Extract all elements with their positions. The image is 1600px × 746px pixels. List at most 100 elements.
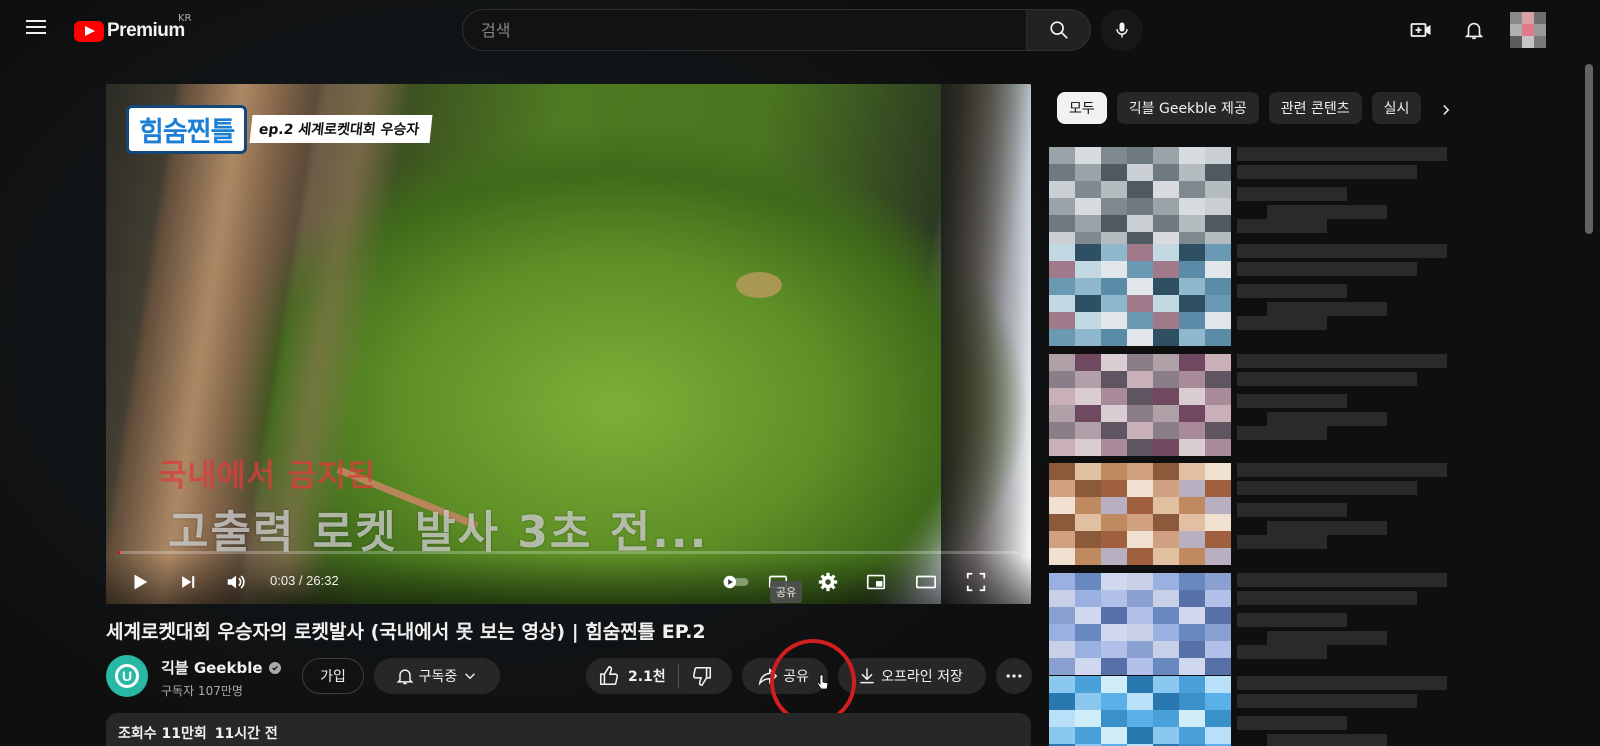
recommended-meta-blurred (1237, 676, 1451, 746)
youtube-logo[interactable]: Premium (74, 18, 185, 44)
channel-name-row[interactable]: 긱블 Geekble (161, 657, 281, 678)
search-box (462, 9, 1027, 51)
search-input[interactable] (463, 10, 1026, 50)
recommended-meta-blurred (1237, 147, 1451, 247)
more-actions-button[interactable] (996, 658, 1032, 694)
more-horizontal-icon (1006, 674, 1022, 678)
recommended-thumbnail (1049, 244, 1231, 346)
filter-chips: 모두 긱블 Geekble 제공 관련 콘텐츠 실시 (1057, 92, 1457, 126)
bell-icon (396, 669, 414, 685)
subscribed-label: 구독중 (418, 669, 458, 685)
offline-save-label: 오프라인 저장 (881, 669, 963, 685)
share-tooltip: 공유 (770, 581, 803, 603)
subscribed-button[interactable]: 구독중 (374, 658, 500, 694)
recommended-video[interactable] (1049, 463, 1451, 565)
like-button[interactable]: 2.1천 (586, 658, 678, 694)
scrollbar-thumb[interactable] (1585, 64, 1593, 234)
thumbs-up-icon (599, 666, 619, 686)
recommended-video[interactable] (1049, 573, 1451, 675)
chip-live[interactable]: 실시 (1371, 92, 1422, 124)
time-current: 0:03 (270, 573, 296, 588)
video-caption-red: 국내에서 금지된 (158, 458, 377, 494)
recommended-video[interactable] (1049, 147, 1451, 249)
show-logo: 힘숨찐틀 ep.2 세계로켓대회 우승자 (126, 104, 434, 154)
mic-icon (1116, 22, 1128, 38)
notifications-button[interactable] (1457, 13, 1491, 47)
progress-fill (118, 551, 120, 554)
logo-text: Premium (107, 20, 185, 41)
chevron-right-icon (1443, 104, 1450, 116)
miniplayer-button[interactable] (862, 568, 890, 596)
create-button[interactable] (1404, 13, 1438, 47)
region-code: KR (178, 13, 192, 24)
recommended-thumbnail (1049, 147, 1231, 249)
autoplay-toggle[interactable] (722, 568, 750, 596)
show-name: 힘숨찐틀 (126, 104, 248, 154)
channel-avatar[interactable]: U (106, 655, 148, 697)
bell-icon (1464, 22, 1484, 40)
share-label: 공유 (783, 669, 809, 685)
theater-mode-button[interactable] (912, 568, 940, 596)
fullscreen-icon (966, 572, 986, 592)
like-dislike-group: 2.1천 (586, 658, 732, 694)
next-button[interactable] (174, 568, 202, 596)
create-icon (1410, 23, 1431, 37)
recommended-thumbnail (1049, 354, 1231, 456)
dislike-button[interactable] (679, 658, 725, 694)
channel-logo-icon: U (115, 664, 139, 688)
account-avatar[interactable] (1510, 12, 1546, 48)
view-count: 조회수 11만회 (118, 726, 207, 742)
share-icon (758, 667, 778, 686)
offline-save-button[interactable]: 오프라인 저장 (838, 658, 986, 694)
recommended-video[interactable] (1049, 676, 1451, 746)
mouse-cursor-icon (816, 674, 829, 690)
upload-time: 11시간 전 (214, 726, 278, 742)
video-frame-trees (941, 84, 1031, 604)
player-controls: 0:03 / 26:32 (106, 556, 1031, 604)
thumbs-down-icon (692, 666, 711, 686)
channel-name: 긱블 Geekble (161, 659, 263, 677)
next-icon (182, 576, 195, 588)
progress-bar[interactable] (118, 551, 1018, 554)
join-button[interactable]: 가입 (302, 658, 364, 694)
menu-icon[interactable] (22, 16, 50, 44)
recommended-meta-blurred (1237, 354, 1451, 454)
chip-all[interactable]: 모두 (1057, 92, 1107, 124)
chip-from-channel[interactable]: 긱블 Geekble 제공 (1116, 92, 1259, 124)
description-box[interactable]: 조회수 11만회 11시간 전 (106, 713, 1031, 746)
recommended-meta-blurred (1237, 573, 1451, 673)
miniplayer-icon (866, 574, 886, 590)
download-icon (860, 668, 874, 684)
video-player[interactable]: 힘숨찐틀 ep.2 세계로켓대회 우승자 국내에서 금지된 고출력 로켓 발사 … (106, 84, 1031, 604)
time-separator: / (295, 573, 307, 588)
chips-next-button[interactable] (1432, 96, 1460, 124)
subscriber-count: 구독자 107만명 (161, 684, 243, 698)
verified-icon (268, 661, 281, 674)
recommended-meta-blurred (1237, 463, 1451, 563)
search-button[interactable] (1027, 9, 1091, 51)
gear-icon (818, 572, 838, 592)
time-display: 0:03 / 26:32 (270, 573, 339, 588)
play-button[interactable] (126, 568, 154, 596)
volume-button[interactable] (222, 568, 250, 596)
search-icon (1049, 21, 1068, 39)
youtube-play-icon (74, 20, 104, 42)
recommended-thumbnail (1049, 573, 1231, 675)
time-total: 26:32 (306, 573, 339, 588)
recommended-meta-blurred (1237, 244, 1451, 344)
recommended-thumbnail (1049, 463, 1231, 565)
fullscreen-button[interactable] (962, 568, 990, 596)
play-icon (134, 574, 148, 590)
top-bar: Premium KR (0, 0, 1600, 60)
like-count: 2.1천 (628, 669, 666, 685)
video-title: 세계로켓대회 우승자의 로켓발사 (국내에서 못 보는 영상) | 힘숨찐틀 E… (106, 621, 706, 643)
join-label: 가입 (320, 669, 346, 685)
video-frame-launch-pad (736, 272, 782, 298)
chip-related[interactable]: 관련 콘텐츠 (1268, 92, 1362, 124)
recommended-thumbnail (1049, 676, 1231, 746)
autoplay-icon (723, 575, 749, 589)
recommended-video[interactable] (1049, 244, 1451, 346)
settings-button[interactable] (814, 568, 842, 596)
voice-search-button[interactable] (1101, 9, 1143, 51)
recommended-video[interactable] (1049, 354, 1451, 456)
